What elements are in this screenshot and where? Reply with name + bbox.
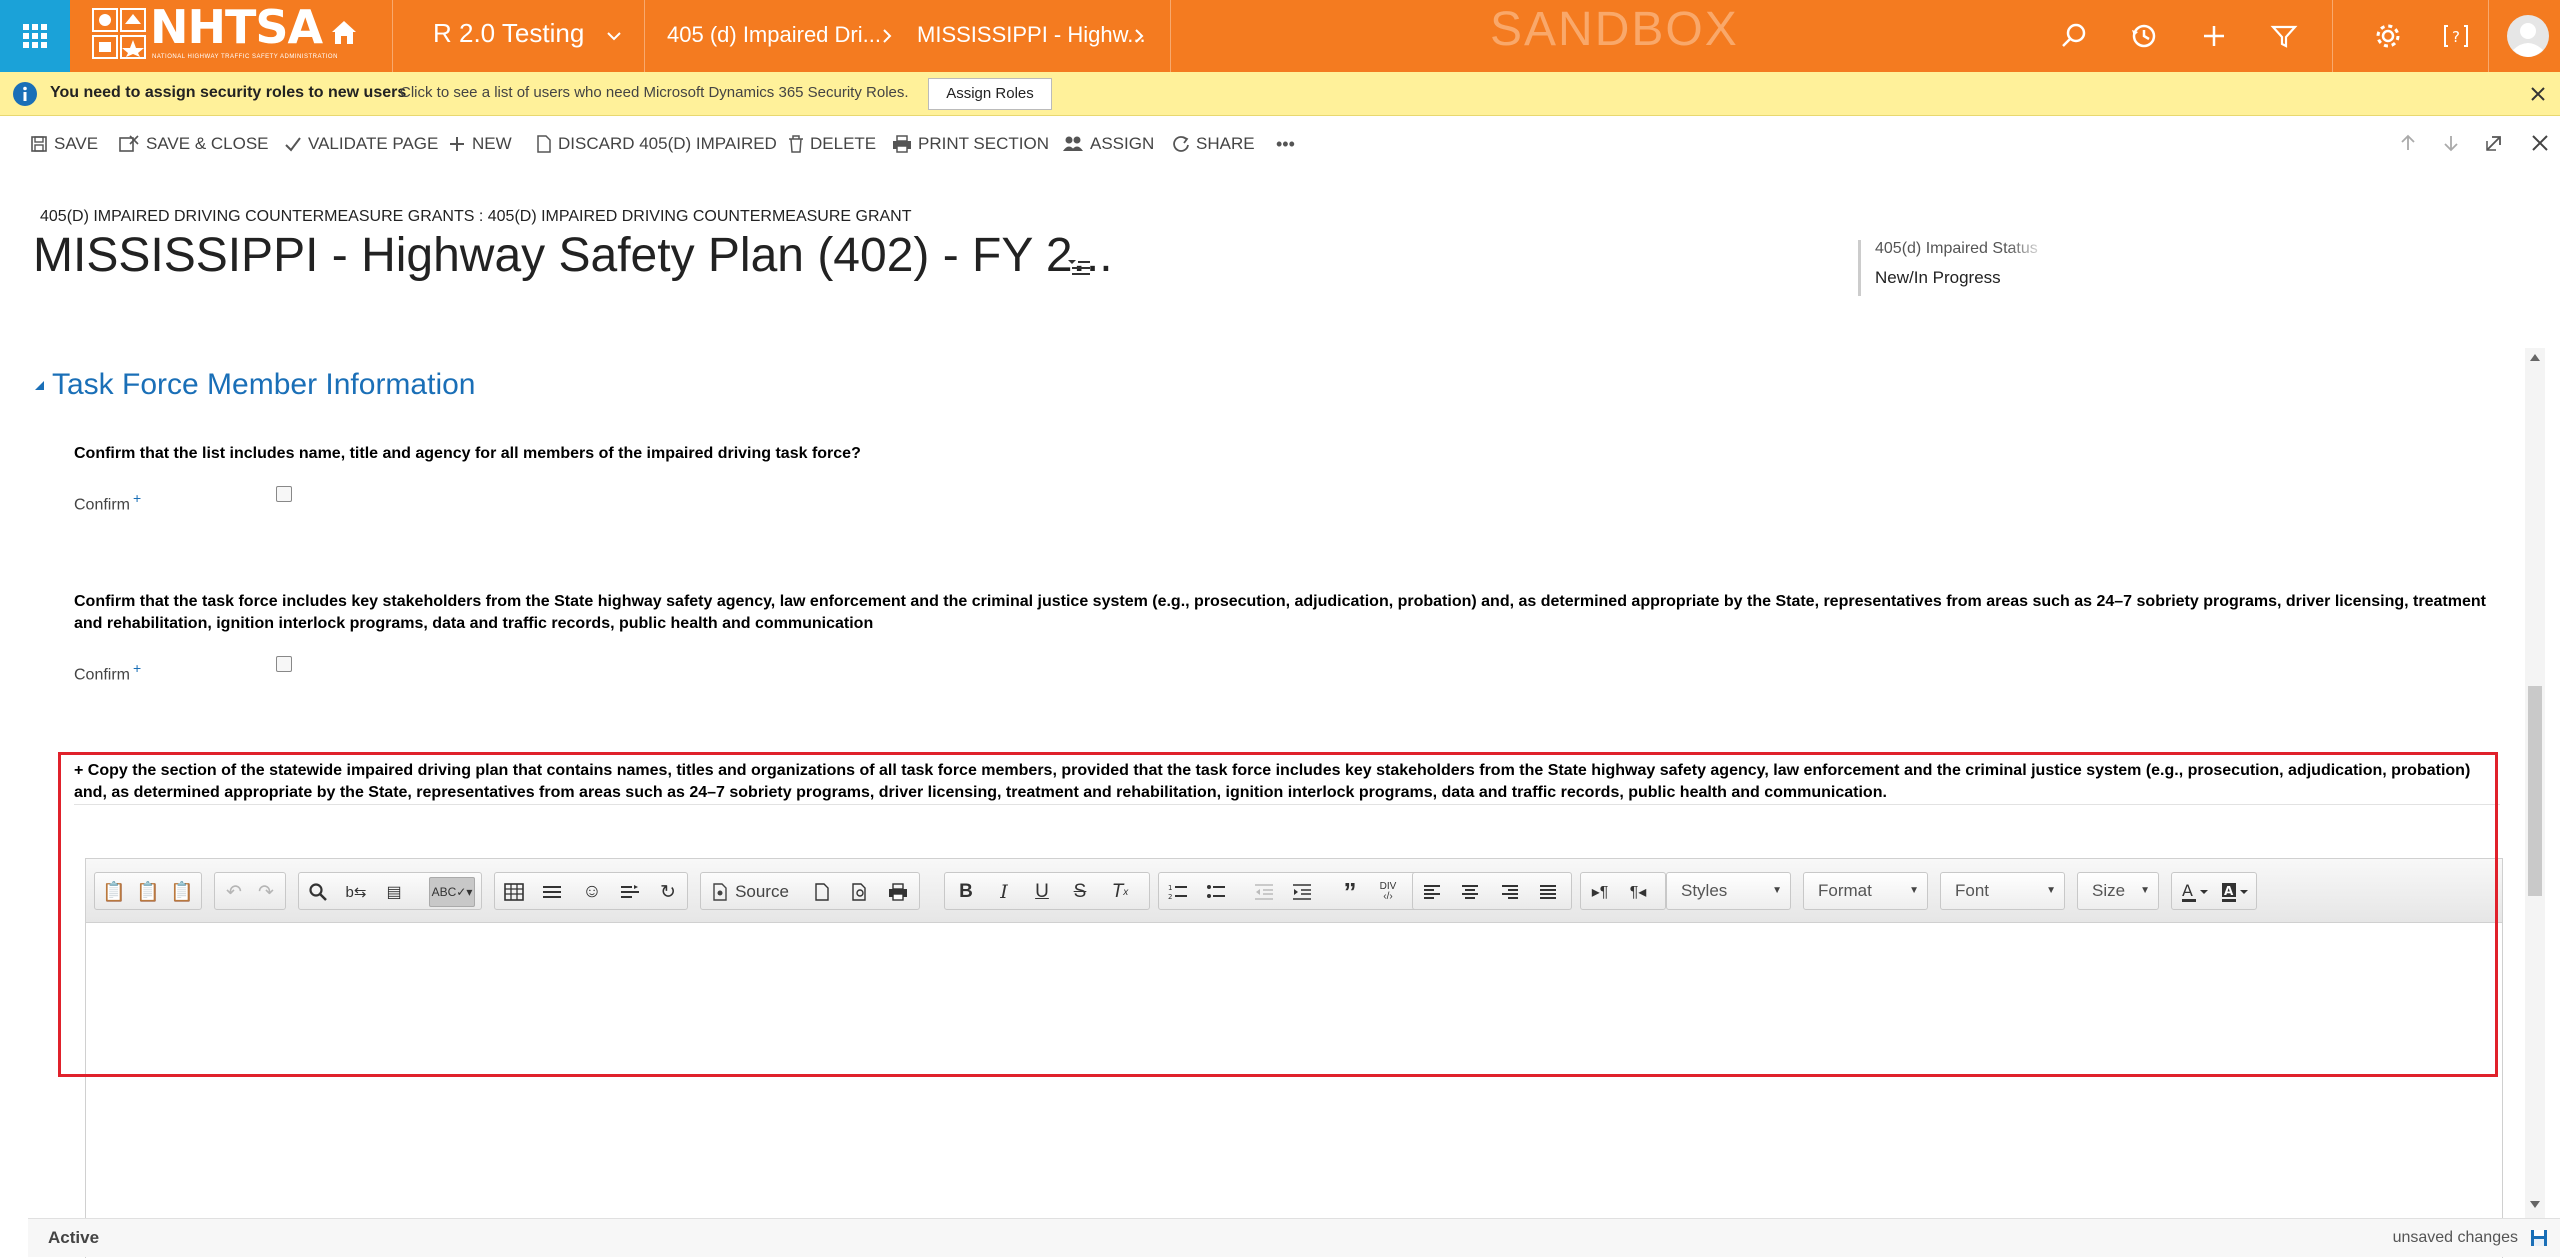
user-avatar-icon[interactable] [2506, 14, 2550, 58]
scrollbar-thumb[interactable] [2528, 686, 2542, 896]
trash-icon [789, 135, 803, 153]
section-title[interactable]: Task Force Member Information [52, 368, 475, 402]
validate-label: VALIDATE PAGE [308, 134, 439, 153]
arrow-up-icon[interactable] [2398, 133, 2418, 153]
new-label: NEW [472, 134, 512, 153]
confirm-label: Confirm + [74, 660, 141, 684]
delete-label: DELETE [810, 134, 877, 153]
environment-label: SANDBOX [1490, 3, 1739, 56]
arrow-down-icon[interactable] [2441, 133, 2461, 153]
chevron-down-icon[interactable] [606, 28, 622, 44]
nav-divider [2332, 0, 2333, 72]
home-icon[interactable] [328, 16, 360, 48]
status-bar: Active unsaved changes [28, 1218, 2560, 1257]
document-icon [537, 135, 551, 153]
highlight-box [58, 752, 2498, 1077]
page-title: MISSISSIPPI - Highway Safety Plan (402) … [33, 229, 1113, 282]
chevron-right-icon[interactable] [1132, 28, 1146, 44]
pop-out-icon[interactable] [2484, 133, 2504, 153]
save-icon [31, 136, 47, 152]
question-list-includes: Confirm that the list includes name, tit… [74, 445, 861, 462]
save-icon[interactable] [2530, 1229, 2548, 1247]
nav-divider [392, 0, 393, 72]
plus-icon[interactable] [2196, 18, 2232, 54]
discard-button[interactable]: DISCARD 405(D) IMPAIRED [536, 133, 777, 155]
chevron-right-icon [883, 29, 892, 43]
print-label: PRINT SECTION [918, 134, 1049, 153]
confirm-label-text: Confirm [74, 666, 131, 684]
required-marker: + [133, 490, 142, 506]
top-navigation-bar: NHTSA NATIONAL HIGHWAY TRAFFIC SAFETY AD… [0, 0, 2560, 72]
validate-icon [285, 137, 301, 152]
nav-divider [2488, 0, 2489, 72]
svg-text:?: ? [2452, 28, 2460, 46]
recent-history-icon[interactable] [2126, 18, 2162, 54]
share-button[interactable]: SHARE [1172, 133, 1255, 155]
nav-divider [1170, 0, 1171, 72]
confirm-label-text: Confirm [74, 496, 131, 514]
notification-title: You need to assign security roles to new… [50, 84, 407, 101]
filter-icon[interactable] [2266, 18, 2302, 54]
logo-subtext: NATIONAL HIGHWAY TRAFFIC SAFETY ADMINIST… [152, 54, 338, 60]
search-icon[interactable] [2056, 18, 2092, 54]
nav-divider [644, 0, 645, 72]
close-icon[interactable] [2529, 85, 2547, 103]
delete-button[interactable]: DELETE [788, 133, 876, 155]
close-record-icon[interactable] [2530, 133, 2550, 153]
plus-icon [450, 137, 464, 151]
save-label: SAVE [54, 134, 99, 153]
notification-bar: You need to assign security roles to new… [0, 72, 2560, 116]
nhtsa-logo[interactable]: NHTSA NATIONAL HIGHWAY TRAFFIC SAFETY AD… [92, 0, 367, 64]
share-label: SHARE [1196, 134, 1255, 153]
waffle-icon [23, 24, 47, 48]
share-icon [1173, 136, 1189, 152]
question-task-force-stakeholders: Confirm that the task force includes key… [74, 593, 2486, 632]
breadcrumb-entity[interactable]: 405 (d) Impaired Dri... [667, 22, 881, 48]
new-button[interactable]: NEW [448, 133, 512, 155]
app-name-dropdown[interactable]: R 2.0 Testing [433, 18, 584, 49]
breadcrumb-record[interactable]: MISSISSIPPI - Highw... [917, 22, 1146, 48]
required-marker: + [133, 660, 142, 676]
info-icon [13, 82, 37, 106]
save-close-icon [119, 135, 139, 152]
validate-page-button[interactable]: VALIDATE PAGE [284, 133, 438, 155]
record-status: Active [48, 1228, 100, 1247]
assign-button[interactable]: ASSIGN [1062, 133, 1154, 155]
more-commands-button[interactable]: ••• [1276, 133, 1295, 155]
assign-label: ASSIGN [1090, 134, 1155, 153]
collapse-triangle-icon[interactable] [34, 380, 46, 392]
save-and-close-button[interactable]: SAVE & CLOSE [118, 133, 269, 155]
confirm-label: Confirm + [74, 490, 141, 514]
confirm-checkbox-1[interactable] [276, 486, 292, 502]
app-launcher-button[interactable] [0, 0, 70, 72]
entity-breadcrumb: 405(D) IMPAIRED DRIVING COUNTERMEASURE G… [40, 208, 912, 225]
scroll-up-arrow-icon[interactable] [2529, 352, 2541, 362]
nhtsa-emblem-icon [92, 8, 146, 59]
users-icon [1063, 136, 1083, 151]
fade-overlay [2008, 240, 2048, 296]
print-section-button[interactable]: PRINT SECTION [892, 133, 1049, 155]
logo-wordmark: NHTSA [150, 0, 323, 54]
confirm-checkbox-2[interactable] [276, 656, 292, 672]
help-icon[interactable]: ? [2438, 18, 2474, 54]
printer-icon [893, 135, 911, 153]
save-close-label: SAVE & CLOSE [146, 134, 269, 153]
notification-message[interactable]: Click to see a list of users who need Mi… [400, 84, 909, 101]
command-bar: SAVE SAVE & CLOSE VALIDATE PAGE NEW DISC… [0, 117, 2560, 171]
unsaved-changes-label: unsaved changes [2392, 1229, 2518, 1246]
discard-label: DISCARD 405(D) IMPAIRED [558, 134, 777, 153]
assign-roles-button[interactable]: Assign Roles [928, 78, 1052, 110]
scroll-down-arrow-icon[interactable] [2529, 1200, 2541, 1210]
header-status-field[interactable]: 405(d) Impaired Status New/In Progress [1858, 240, 2048, 296]
settings-gear-icon[interactable] [2370, 18, 2406, 54]
record-menu-icon[interactable] [1066, 256, 1092, 278]
save-button[interactable]: SAVE [30, 133, 98, 155]
